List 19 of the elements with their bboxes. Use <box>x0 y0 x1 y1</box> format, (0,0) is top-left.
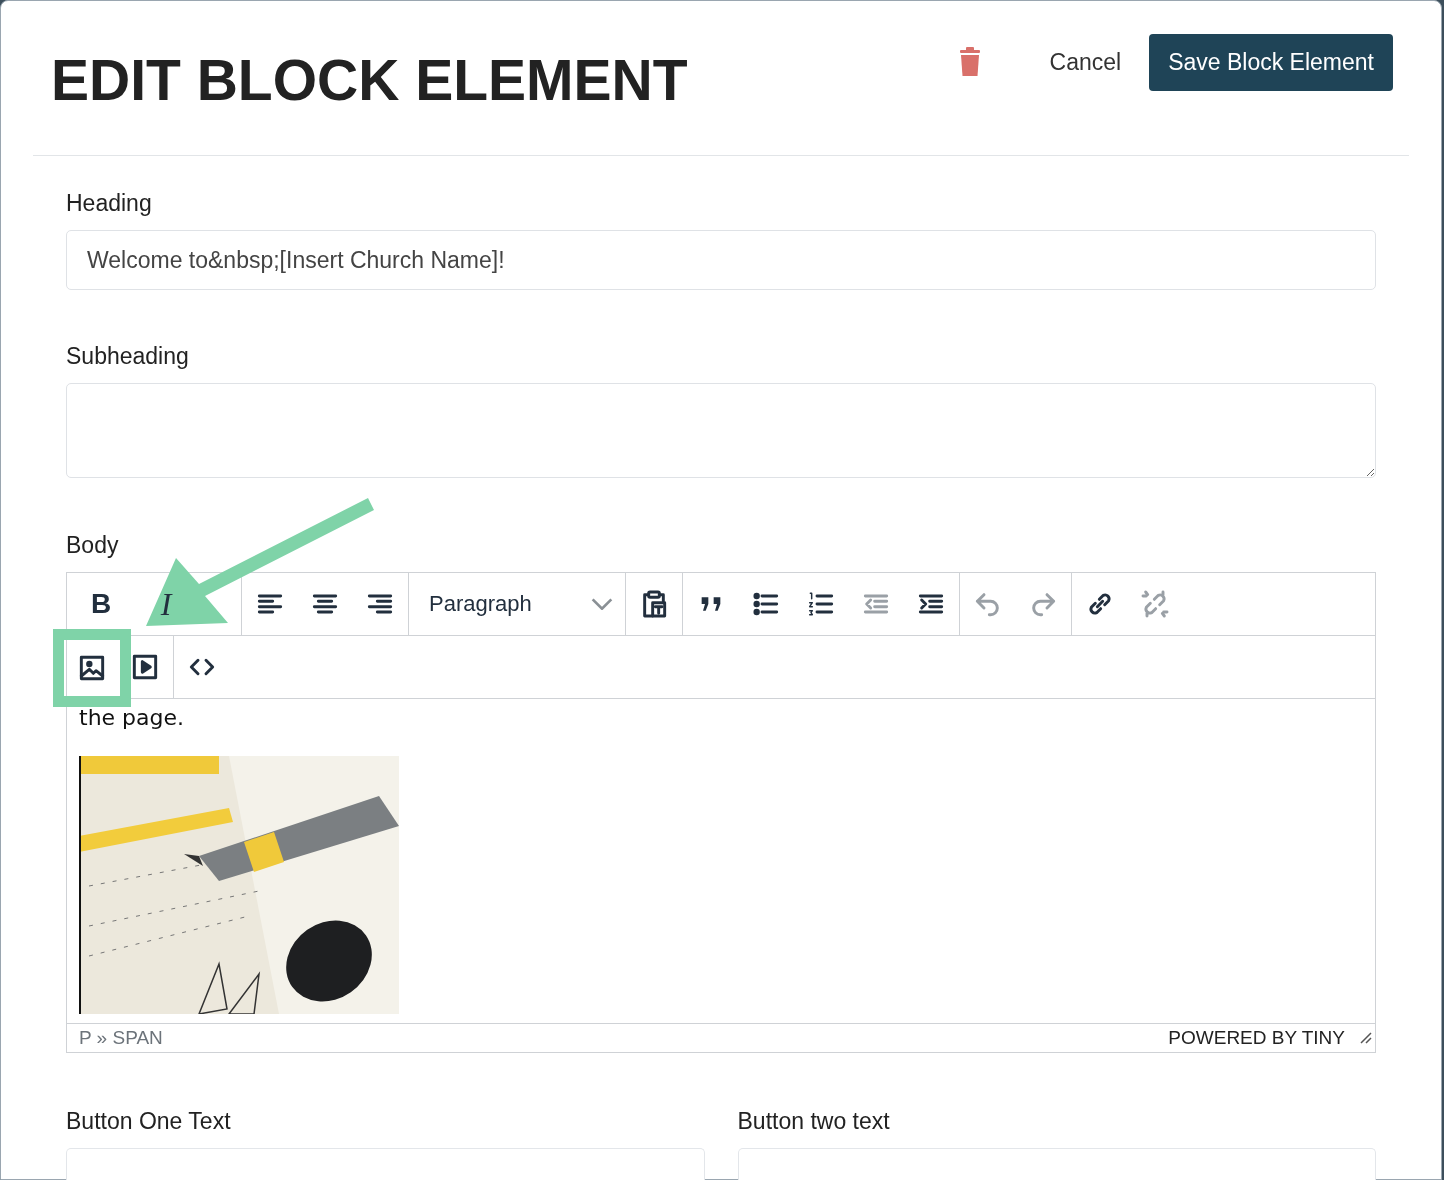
format-dropdown[interactable]: Paragraph <box>417 591 617 617</box>
image-icon[interactable] <box>53 628 131 707</box>
trash-icon[interactable] <box>957 47 982 77</box>
field-label: Button two text <box>737 1108 891 1135</box>
field-label: Button One Text <box>66 1108 232 1135</box>
dialog-title: EDIT BLOCK ELEMENT <box>51 51 689 109</box>
branding-text: POWERED BY TINY <box>1168 1027 1345 1049</box>
bold-button[interactable]: B <box>81 584 121 624</box>
field-label: Subheading <box>66 343 190 370</box>
body-text: the page. <box>79 705 186 730</box>
input-field[interactable] <box>66 1148 705 1180</box>
cancel-button[interactable]: Cancel <box>1045 40 1126 84</box>
input-field[interactable]: Welcome to&nbsp;[Insert Church Name]! <box>66 230 1376 290</box>
field-label: Body <box>66 532 120 559</box>
save-button[interactable]: Save Block Element <box>1149 33 1393 91</box>
input-field[interactable] <box>737 1148 1376 1180</box>
italic-button[interactable]: I <box>146 584 186 624</box>
field-label: Heading <box>66 190 153 217</box>
element-path: P » SPAN <box>79 1027 163 1049</box>
